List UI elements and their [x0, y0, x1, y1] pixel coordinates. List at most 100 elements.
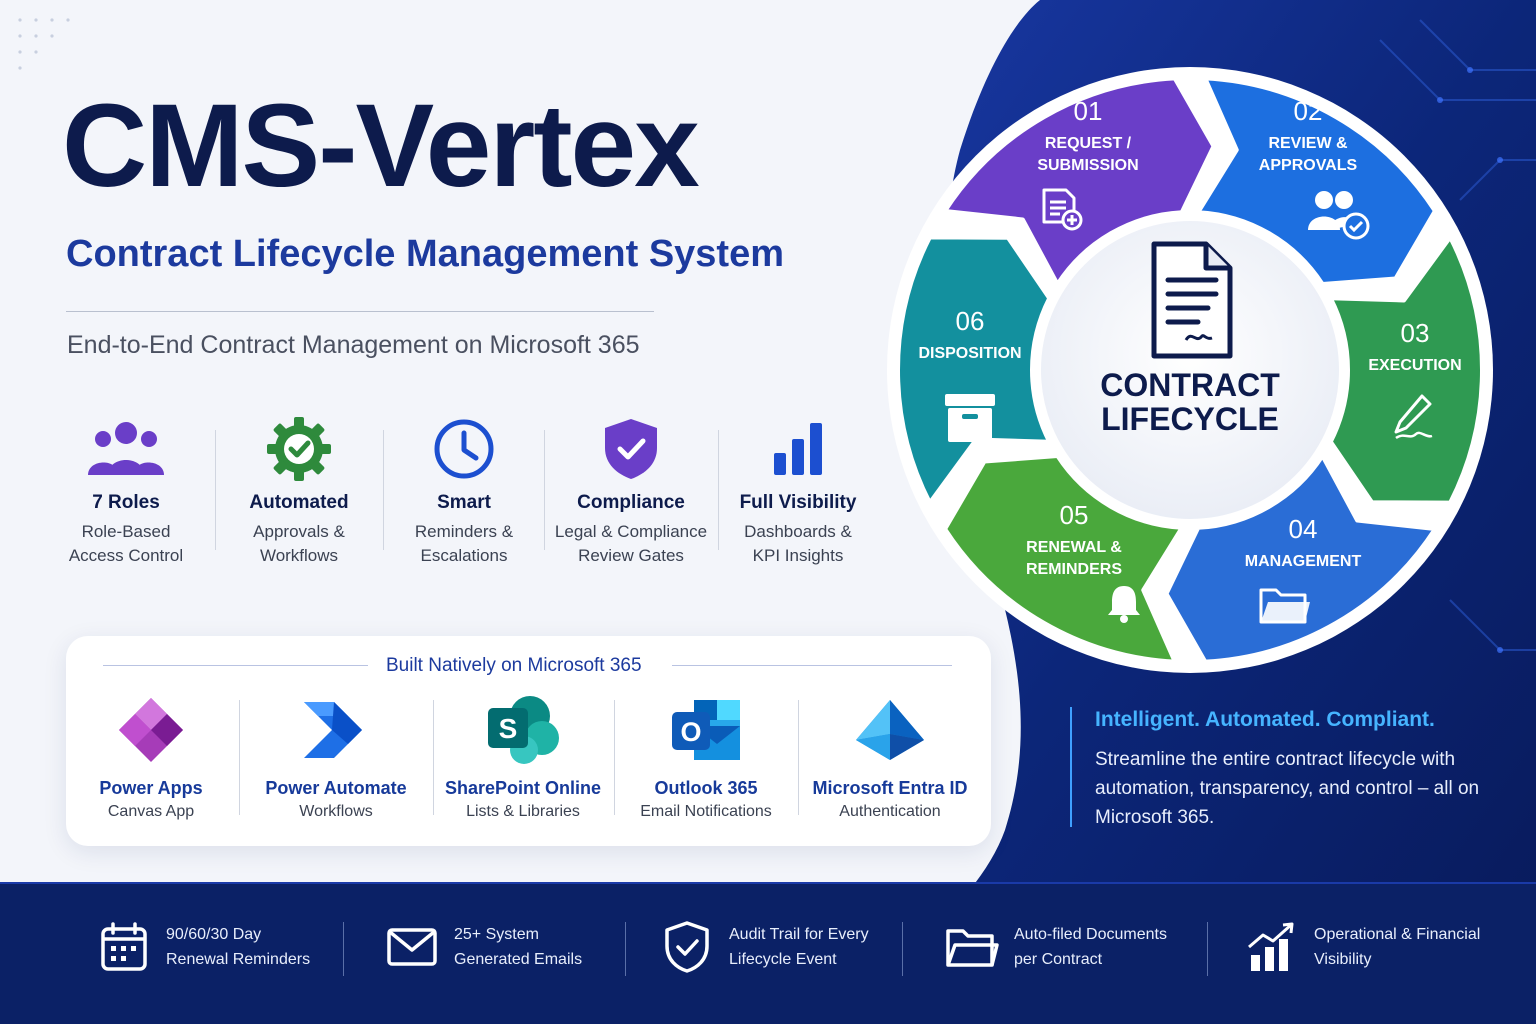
- stage-03: 03 EXECUTION: [1340, 318, 1490, 377]
- footer-text: Operational & Financial: [1314, 926, 1481, 943]
- footer-separator: [625, 922, 626, 976]
- power-apps-icon: [56, 690, 246, 770]
- m365-title: Built Natively on Microsoft 365: [386, 655, 642, 676]
- app-outlook: O Outlook 365 Email Notifications: [611, 690, 801, 821]
- feature-desc: Approvals &: [253, 522, 345, 541]
- stage-label: RENEWAL &: [1026, 539, 1122, 556]
- footer-item: 25+ System Generated Emails: [384, 912, 634, 982]
- stage-label: DISPOSITION: [918, 345, 1022, 362]
- app-name: Power Apps: [99, 778, 203, 798]
- app-name: Microsoft Entra ID: [812, 778, 968, 798]
- app-name: Power Automate: [265, 778, 407, 798]
- stage-06: 06 DISPOSITION: [890, 306, 1050, 365]
- center-line: LIFECYCLE: [1101, 401, 1279, 437]
- archive-box-icon: [942, 390, 998, 451]
- footer-text: Lifecycle Event: [729, 951, 837, 968]
- envelope-icon: [384, 919, 440, 975]
- page-subtitle: Contract Lifecycle Management System: [66, 233, 785, 275]
- shield-check-icon: [659, 919, 715, 975]
- app-sharepoint: S SharePoint Online Lists & Libraries: [428, 690, 618, 821]
- feature-visibility: Full Visibility Dashboards & KPI Insights: [713, 414, 883, 568]
- users-check-icon: [1304, 186, 1372, 247]
- pen-icon: [1392, 392, 1436, 445]
- footer-item: Operational & Financial Visibility: [1244, 912, 1499, 982]
- feature-title: 7 Roles: [92, 492, 160, 513]
- stage-number: 05: [1059, 500, 1089, 530]
- stage-number: 03: [1400, 318, 1430, 348]
- app-desc: Workflows: [299, 803, 373, 820]
- app-separator: [239, 700, 240, 815]
- footer-item: Auto-filed Documents per Contract: [944, 912, 1194, 982]
- intel-headline: Intelligent. Automated. Compliant.: [1095, 708, 1435, 731]
- stage-number: 02: [1293, 96, 1323, 126]
- feature-compliance: Compliance Legal & Compliance Review Gate…: [546, 414, 716, 568]
- feature-separator: [544, 430, 545, 550]
- feature-roles: 7 Roles Role-Based Access Control: [41, 414, 211, 568]
- footer-text: Visibility: [1314, 951, 1372, 968]
- feature-desc: Escalations: [420, 546, 508, 565]
- clock-icon: [379, 414, 549, 484]
- footer-separator: [902, 922, 903, 976]
- feature-title: Full Visibility: [739, 492, 857, 513]
- feature-title: Smart: [437, 492, 491, 513]
- document-plus-icon: [1038, 186, 1086, 239]
- users-icon: [41, 414, 211, 484]
- divider: [103, 665, 368, 666]
- app-desc: Email Notifications: [640, 803, 772, 820]
- bar-chart-icon: [713, 414, 883, 484]
- feature-title: Compliance: [577, 492, 685, 513]
- sharepoint-letter: S: [499, 713, 518, 744]
- entra-id-icon: [795, 690, 985, 770]
- feature-desc: Role-Based: [81, 522, 171, 541]
- stage-label: REMINDERS: [1025, 561, 1122, 578]
- app-desc: Lists & Libraries: [466, 803, 580, 820]
- power-automate-icon: [241, 690, 431, 770]
- center-line: CONTRACT: [1100, 367, 1280, 403]
- page-title: CMS-Vertex: [62, 80, 700, 212]
- footer-text: Generated Emails: [454, 951, 583, 968]
- feature-smart: Smart Reminders & Escalations: [379, 414, 549, 568]
- footer-text: Audit Trail for Every: [729, 926, 869, 943]
- tagline: End-to-End Contract Management on Micros…: [67, 331, 640, 359]
- bell-icon: [1104, 582, 1144, 629]
- shield-check-icon: [546, 414, 716, 484]
- footer-separator: [1207, 922, 1208, 976]
- contract-document-icon: [1148, 240, 1234, 365]
- stage-label: REQUEST /: [1044, 135, 1132, 152]
- stage-label: EXECUTION: [1368, 357, 1462, 374]
- feature-desc: Review Gates: [578, 546, 684, 565]
- sharepoint-icon: S: [428, 690, 618, 770]
- stage-01: 01 REQUEST / SUBMISSION: [1008, 96, 1168, 177]
- footer-text: 25+ System: [454, 926, 539, 943]
- footer-text: Auto-filed Documents: [1014, 926, 1167, 943]
- divider: [66, 311, 654, 312]
- folder-icon: [1258, 584, 1312, 631]
- footer-separator: [343, 922, 344, 976]
- app-power-apps: Power Apps Canvas App: [56, 690, 246, 821]
- app-desc: Authentication: [839, 803, 941, 820]
- footer-text: Renewal Reminders: [166, 951, 311, 968]
- intel-body: Streamline the entire contract lifecycle…: [1095, 749, 1480, 828]
- app-name: SharePoint Online: [444, 778, 602, 798]
- footer-item: Audit Trail for Every Lifecycle Event: [659, 912, 909, 982]
- stage-02: 02 REVIEW & APPROVALS: [1228, 96, 1388, 177]
- divider: [672, 665, 952, 666]
- stage-04: 04 MANAGEMENT: [1223, 514, 1383, 573]
- stage-number: 06: [955, 306, 985, 336]
- footer-text: per Contract: [1014, 951, 1103, 968]
- app-desc: Canvas App: [107, 803, 195, 820]
- gear-check-icon: [214, 414, 384, 484]
- feature-desc: Access Control: [68, 546, 184, 565]
- outlook-icon: O: [611, 690, 801, 770]
- stage-label: MANAGEMENT: [1244, 553, 1362, 570]
- calendar-icon: [96, 919, 152, 975]
- stage-label: SUBMISSION: [1037, 157, 1139, 174]
- outlook-letter: O: [680, 717, 701, 747]
- stage-number: 04: [1288, 514, 1318, 544]
- stage-number: 01: [1073, 96, 1103, 126]
- stage-label: APPROVALS: [1258, 157, 1358, 174]
- lifecycle-center-title: CONTRACT LIFECYCLE: [1080, 368, 1300, 436]
- app-entra-id: Microsoft Entra ID Authentication: [795, 690, 985, 821]
- stage-05: 05 RENEWAL & REMINDERS: [994, 500, 1154, 581]
- feature-desc: KPI Insights: [752, 546, 844, 565]
